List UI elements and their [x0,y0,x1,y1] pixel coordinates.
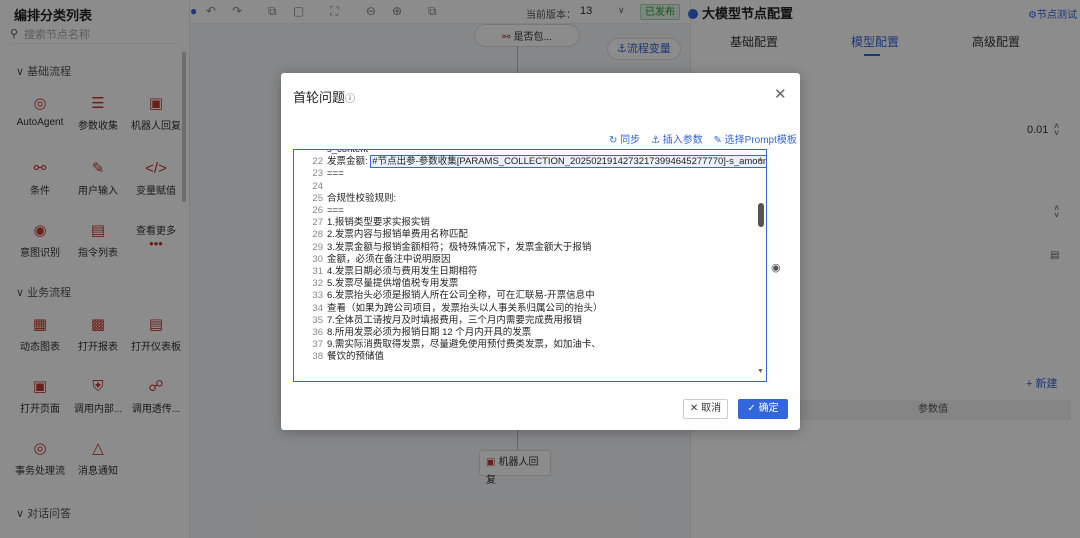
param-reference-tag[interactable]: #节点出参-参数收集[PARAMS_COLLECTION_20250219142… [370,155,766,169]
line-number: 38 [312,351,323,363]
prompt-editor[interactable]: 38 餐饮的预储值 37 9.需实际消费取得发票，尽量避免使用预付费类发票，如加油卡、… [293,149,767,382]
line-number: 33 [312,290,323,302]
editor-line: 30 金额，必须在备注中说明原因 [294,253,451,266]
line-number: 36 [312,327,323,338]
dialog-title: 首轮问题ⓘ [293,90,356,105]
editor-line: 26 === [294,205,344,217]
ok-button[interactable]: ✓ 确定 [738,399,788,419]
line-number: 22 [312,156,323,168]
editor-line: 22 发票金额: #节点出参-参数收集[PARAMS_COLLECTION_202… [294,155,766,169]
line-text: 9.需实际消费取得发票，尽量避免使用预付费类发票，如加油卡、 [327,339,601,351]
line-text: s_content [327,149,369,155]
help-icon[interactable]: ⓘ [345,94,355,105]
cancel-button[interactable]: ✕ 取消 [683,399,728,419]
editor-line: 27 1.报销类型要求实报实销 [294,217,430,229]
editor-line: 24 [294,181,327,193]
editor-line: 25 合规性校验规则: [294,193,396,205]
select-prompt-template-button[interactable]: ✎ 选择Prompt模板 [713,135,796,146]
line-text: 查看（如果为跨公司项目，发票抬头以人事关系归属公司的抬头） [327,302,603,314]
editor-line: 37 9.需实际消费取得发票，尽量避免使用预付费类发票，如加油卡、 [294,339,601,351]
line-text: 1.报销类型要求实报实销 [327,217,430,229]
line-number: 34 [312,302,323,314]
scroll-up-icon[interactable]: ▲ [757,154,764,166]
globe-icon[interactable]: ◉ [771,261,781,274]
editor-line: 35 7.全体员工请按月及时填报费用，三个月内需要完成费用报销 [294,315,582,327]
editor-scrollbar[interactable]: ▲ ▼ [755,150,766,381]
editor-line: 32 5.发票尽量提供增值税专用发票 [294,278,458,290]
line-text: 发票金额: [327,156,368,168]
editor-line: 31 4.发票日期必须与费用发生日期相符 [294,266,477,278]
line-number: 30 [312,253,323,265]
editor-actions: ↻ 同步 ⚓ 插入参数 ✎ 选择Prompt模板 [601,131,797,146]
line-number: 27 [312,217,323,229]
line-number: 35 [312,314,323,326]
line-text: 7.全体员工请按月及时填报费用，三个月内需要完成费用报销 [327,314,582,326]
close-icon[interactable]: ✕ [774,85,787,103]
line-text: 合规性校验规则: [327,192,397,204]
line-number: 25 [312,192,323,204]
line-text: === [327,205,344,216]
line-text: === [327,168,344,180]
line-number: 26 [312,205,323,216]
line-number: 31 [312,266,323,277]
editor-line: s_content [294,149,369,156]
line-text: 8.所用发票必须为报销日期 12 个月内开具的发票 [327,327,532,338]
editor-line: 34 查看（如果为跨公司项目，发票抬头以人事关系归属公司的抬头） [294,302,603,315]
editor-line: 29 3.发票金额与报销金额相符；极特殊情况下，发票金额大于报销 [294,242,591,254]
sync-button[interactable]: ↻ 同步 [609,135,640,146]
editor-line: 36 8.所用发票必须为报销日期 12 个月内开具的发票 [294,327,531,339]
line-text: 餐饮的预储值 [327,351,385,363]
line-text: 4.发票日期必须与费用发生日期相符 [327,266,478,277]
editor-line: 38 餐饮的预储值 [294,351,384,363]
editor-line: 23 === [294,168,344,180]
line-number: 32 [312,278,323,290]
scroll-thumb[interactable] [758,203,764,227]
first-round-question-dialog: 首轮问题ⓘ ✕ ↻ 同步 ⚓ 插入参数 ✎ 选择Prompt模板 38 餐饮的预储… [281,73,800,430]
insert-param-button[interactable]: ⚓ 插入参数 [651,135,703,146]
line-text: 3.发票金额与报销金额相符；极特殊情况下，发票金额大于报销 [327,241,592,253]
line-number: 23 [312,168,323,180]
line-number: 28 [312,229,323,241]
line-text: 金额，必须在备注中说明原因 [327,253,451,265]
editor-line: 33 6.发票抬头必须是报销人所在公司全称，可在汇联易-开票信息中 [294,290,595,302]
line-number: 24 [312,180,323,192]
line-text: 5.发票尽量提供增值税专用发票 [327,278,459,290]
line-text: 6.发票抬头必须是报销人所在公司全称，可在汇联易-开票信息中 [327,290,595,302]
line-number: 37 [312,339,323,351]
line-text: 2.发票内容与报销单费用名称匹配 [327,229,468,241]
scroll-down-icon[interactable]: ▼ [757,366,764,378]
editor-line: 28 2.发票内容与报销单费用名称匹配 [294,229,468,241]
line-number: 29 [312,241,323,253]
